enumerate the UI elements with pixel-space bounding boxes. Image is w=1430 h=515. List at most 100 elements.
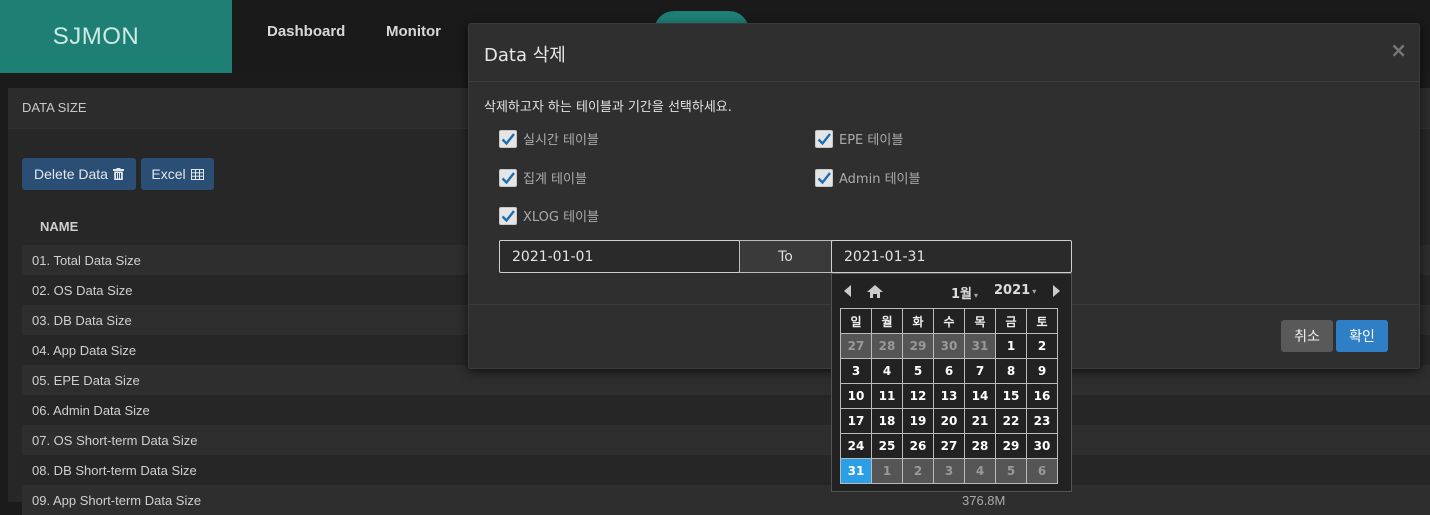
logo[interactable]: SJMON <box>0 0 232 73</box>
checkbox-box[interactable] <box>815 168 833 187</box>
cancel-button[interactable]: 취소 <box>1281 320 1333 352</box>
weekday-row: 일 월 화 수 목 금 토 <box>840 308 1058 334</box>
month-select[interactable]: 1월 ▾ <box>951 283 978 302</box>
to-label: To <box>739 240 832 273</box>
checkbox-aggregate[interactable]: 집계 테이블 <box>499 168 587 187</box>
calendar-day[interactable]: 7 <box>964 358 996 384</box>
month-label: 1월 <box>951 287 973 302</box>
calendar-day[interactable]: 30 <box>1026 433 1058 459</box>
checkbox-label: 집계 테이블 <box>523 172 587 187</box>
calendar-day[interactable]: 18 <box>871 408 903 434</box>
row-value: 376.8M <box>962 493 1006 508</box>
calendar-day[interactable]: 5 <box>995 458 1027 484</box>
checkbox-box[interactable] <box>499 168 517 187</box>
checkbox-epe[interactable]: EPE 테이블 <box>815 129 903 148</box>
column-name[interactable]: NAME <box>40 219 78 234</box>
modal-title: Data 삭제 <box>484 45 566 66</box>
checkbox-admin[interactable]: Admin 테이블 <box>815 168 920 187</box>
row-name: 01. Total Data Size <box>32 253 141 268</box>
calendar-day[interactable]: 26 <box>902 433 934 459</box>
checkbox-label: 실시간 테이블 <box>523 133 599 148</box>
calendar-day[interactable]: 4 <box>964 458 996 484</box>
checkbox-label: XLOG 테이블 <box>523 210 600 225</box>
calendar-day[interactable]: 6 <box>933 358 965 384</box>
close-icon[interactable]: × <box>1390 38 1407 62</box>
calendar-day[interactable]: 22 <box>995 408 1027 434</box>
calendar-day[interactable]: 2 <box>902 458 934 484</box>
calendar-day[interactable]: 24 <box>840 433 872 459</box>
checkbox-box[interactable] <box>499 129 517 148</box>
week-row: 27 28 29 30 31 1 2 <box>840 333 1058 359</box>
checkbox-realtime[interactable]: 실시간 테이블 <box>499 129 599 148</box>
calendar-day[interactable]: 4 <box>871 358 903 384</box>
calendar-day[interactable]: 30 <box>933 333 965 359</box>
checkmark-icon <box>501 209 515 222</box>
chevron-down-icon: ▾ <box>974 291 979 300</box>
calendar-day[interactable]: 23 <box>1026 408 1058 434</box>
table-row[interactable]: 07. OS Short-term Data Size <box>22 425 1430 455</box>
weekday-label: 금 <box>995 308 1027 334</box>
calendar-day[interactable]: 9 <box>1026 358 1058 384</box>
modal-header: Data 삭제 × <box>469 24 1419 82</box>
table-row[interactable]: 05. EPE Data Size <box>22 365 1430 395</box>
date-to-input[interactable]: 2021-01-31 <box>831 240 1072 273</box>
date-from-input[interactable]: 2021-01-01 <box>499 240 740 273</box>
checkmark-icon <box>501 132 515 145</box>
weekday-label: 토 <box>1026 308 1058 334</box>
calendar-day[interactable]: 28 <box>871 333 903 359</box>
row-name: 02. OS Data Size <box>32 283 133 298</box>
calendar-day[interactable]: 3 <box>933 458 965 484</box>
next-month-icon[interactable] <box>1052 285 1060 297</box>
calendar-day[interactable]: 8 <box>995 358 1027 384</box>
calendar-day[interactable]: 5 <box>902 358 934 384</box>
weekday-label: 월 <box>871 308 903 334</box>
calendar-day[interactable]: 20 <box>933 408 965 434</box>
calendar-day[interactable]: 16 <box>1026 383 1058 409</box>
prev-month-icon[interactable] <box>844 285 852 297</box>
week-row: 17 18 19 20 21 22 23 <box>840 408 1058 434</box>
calendar-day[interactable]: 13 <box>933 383 965 409</box>
calendar-day[interactable]: 17 <box>840 408 872 434</box>
row-name: 06. Admin Data Size <box>32 403 150 418</box>
home-icon[interactable] <box>867 285 883 298</box>
calendar-day[interactable]: 21 <box>964 408 996 434</box>
calendar-day[interactable]: 11 <box>871 383 903 409</box>
calendar-day[interactable]: 27 <box>933 433 965 459</box>
nav-dashboard[interactable]: Dashboard <box>267 0 345 62</box>
week-row: 10 11 12 13 14 15 16 <box>840 383 1058 409</box>
calendar-day[interactable]: 2 <box>1026 333 1058 359</box>
calendar-day[interactable]: 15 <box>995 383 1027 409</box>
calendar-day[interactable]: 10 <box>840 383 872 409</box>
table-row[interactable]: 06. Admin Data Size <box>22 395 1430 425</box>
checkbox-xlog[interactable]: XLOG 테이블 <box>499 206 599 225</box>
checkbox-box[interactable] <box>815 129 833 148</box>
calendar-day[interactable]: 29 <box>902 333 934 359</box>
checkmark-icon <box>817 132 831 145</box>
excel-button[interactable]: Excel <box>141 158 214 190</box>
calendar-day[interactable]: 6 <box>1026 458 1058 484</box>
checkbox-box[interactable] <box>499 206 517 225</box>
calendar-day[interactable]: 1 <box>871 458 903 484</box>
calendar-day[interactable]: 27 <box>840 333 872 359</box>
table-row[interactable]: 08. DB Short-term Data Size <box>22 455 1430 485</box>
calendar-day[interactable]: 29 <box>995 433 1027 459</box>
weekday-label: 화 <box>902 308 934 334</box>
weekday-label: 목 <box>964 308 996 334</box>
calendar-day[interactable]: 14 <box>964 383 996 409</box>
calendar-day[interactable]: 19 <box>902 408 934 434</box>
calendar-day[interactable]: 28 <box>964 433 996 459</box>
checkbox-label: EPE 테이블 <box>839 133 904 148</box>
calendar-day[interactable]: 3 <box>840 358 872 384</box>
confirm-button[interactable]: 확인 <box>1336 320 1388 352</box>
row-name: 08. DB Short-term Data Size <box>32 463 197 478</box>
calendar-day-selected[interactable]: 31 <box>840 458 872 484</box>
calendar-day[interactable]: 25 <box>871 433 903 459</box>
calendar-day[interactable]: 12 <box>902 383 934 409</box>
year-select[interactable]: 2021 ▾ <box>994 283 1036 298</box>
table-row[interactable]: 09. App Short-term Data Size 376.8M <box>22 485 1430 515</box>
nav-monitor[interactable]: Monitor <box>386 0 441 62</box>
calendar-day[interactable]: 1 <box>995 333 1027 359</box>
delete-data-button[interactable]: Delete Data <box>22 158 136 190</box>
calendar-day[interactable]: 31 <box>964 333 996 359</box>
checkbox-label: Admin 테이블 <box>839 172 921 187</box>
